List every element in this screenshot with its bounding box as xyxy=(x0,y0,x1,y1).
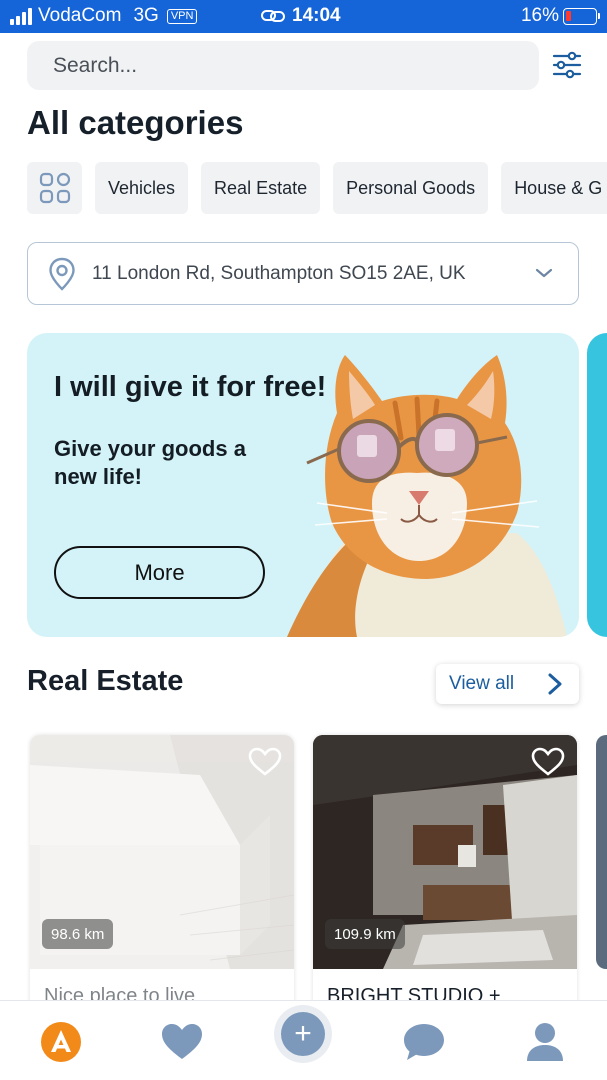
chip-house-garden[interactable]: House & G xyxy=(501,162,607,214)
battery-percent: 16% xyxy=(520,5,559,26)
page-title: All categories xyxy=(27,104,244,141)
search-placeholder: Search... xyxy=(53,53,138,77)
home-logo-icon xyxy=(41,1022,81,1062)
banner-subtitle: Give your goods a new life! xyxy=(54,436,246,489)
battery-icon xyxy=(563,7,600,25)
tab-add-listing[interactable]: + xyxy=(274,1005,332,1063)
chat-icon xyxy=(404,1024,444,1060)
view-all-label: View all xyxy=(449,673,515,694)
grid-icon xyxy=(39,172,70,204)
add-icon: + xyxy=(281,1012,325,1056)
category-chips: Vehicles Real Estate Personal Goods Hous… xyxy=(27,162,607,214)
carrier-label: VodaCom xyxy=(38,5,122,26)
status-left: VodaCom 3G VPN xyxy=(10,5,198,27)
status-center: 14:04 xyxy=(260,5,341,27)
distance-badge: 109.9 km xyxy=(325,919,405,949)
tab-favorites[interactable] xyxy=(159,1019,205,1065)
location-selector[interactable]: 11 London Rd, Southampton SO15 2AE, UK xyxy=(27,242,579,305)
status-bar: VodaCom 3G VPN 14:04 16% xyxy=(0,0,607,33)
view-all-button[interactable]: View all xyxy=(436,664,579,704)
all-categories-button[interactable] xyxy=(27,162,82,214)
chip-personal-goods[interactable]: Personal Goods xyxy=(333,162,489,214)
location-address: 11 London Rd, Southampton SO15 2AE, UK xyxy=(92,262,466,284)
link-icon xyxy=(261,10,285,22)
clock: 14:04 xyxy=(292,5,341,26)
listing-card[interactable]: 109.9 km BRIGHT STUDIO + xyxy=(313,735,577,1035)
favorite-heart-icon[interactable] xyxy=(531,747,565,777)
filter-button[interactable] xyxy=(548,46,586,84)
profile-icon xyxy=(527,1023,563,1061)
distance-badge: 98.6 km xyxy=(42,919,114,949)
chevron-down-icon xyxy=(535,268,553,278)
tab-messages[interactable] xyxy=(401,1019,447,1065)
tab-home[interactable] xyxy=(38,1019,84,1065)
section-title: Real Estate xyxy=(27,665,184,697)
bottom-tab-bar: + xyxy=(0,1000,607,1080)
favorite-heart-icon[interactable] xyxy=(248,747,282,777)
chip-real-estate[interactable]: Real Estate xyxy=(201,162,321,214)
listing-card[interactable]: 98.6 km Nice place to live xyxy=(30,735,294,1035)
signal-icon xyxy=(10,7,32,25)
status-right: 16% xyxy=(520,5,600,27)
cat-with-sunglasses-image xyxy=(287,355,567,637)
search-input[interactable]: Search... xyxy=(27,41,539,90)
promo-banner[interactable]: I will give it for free! Give your goods… xyxy=(27,333,579,637)
location-pin-icon xyxy=(49,257,75,291)
tab-profile[interactable] xyxy=(522,1019,568,1065)
banner-more-button[interactable]: More xyxy=(54,546,265,599)
vpn-badge: VPN xyxy=(166,8,198,24)
promo-banner-next[interactable] xyxy=(587,333,607,637)
network-label: 3G xyxy=(133,5,159,26)
listing-card-next[interactable] xyxy=(596,735,607,969)
chip-vehicles[interactable]: Vehicles xyxy=(95,162,189,214)
chevron-right-icon xyxy=(548,673,562,695)
filter-sliders-icon xyxy=(552,51,582,79)
heart-icon xyxy=(162,1024,202,1059)
